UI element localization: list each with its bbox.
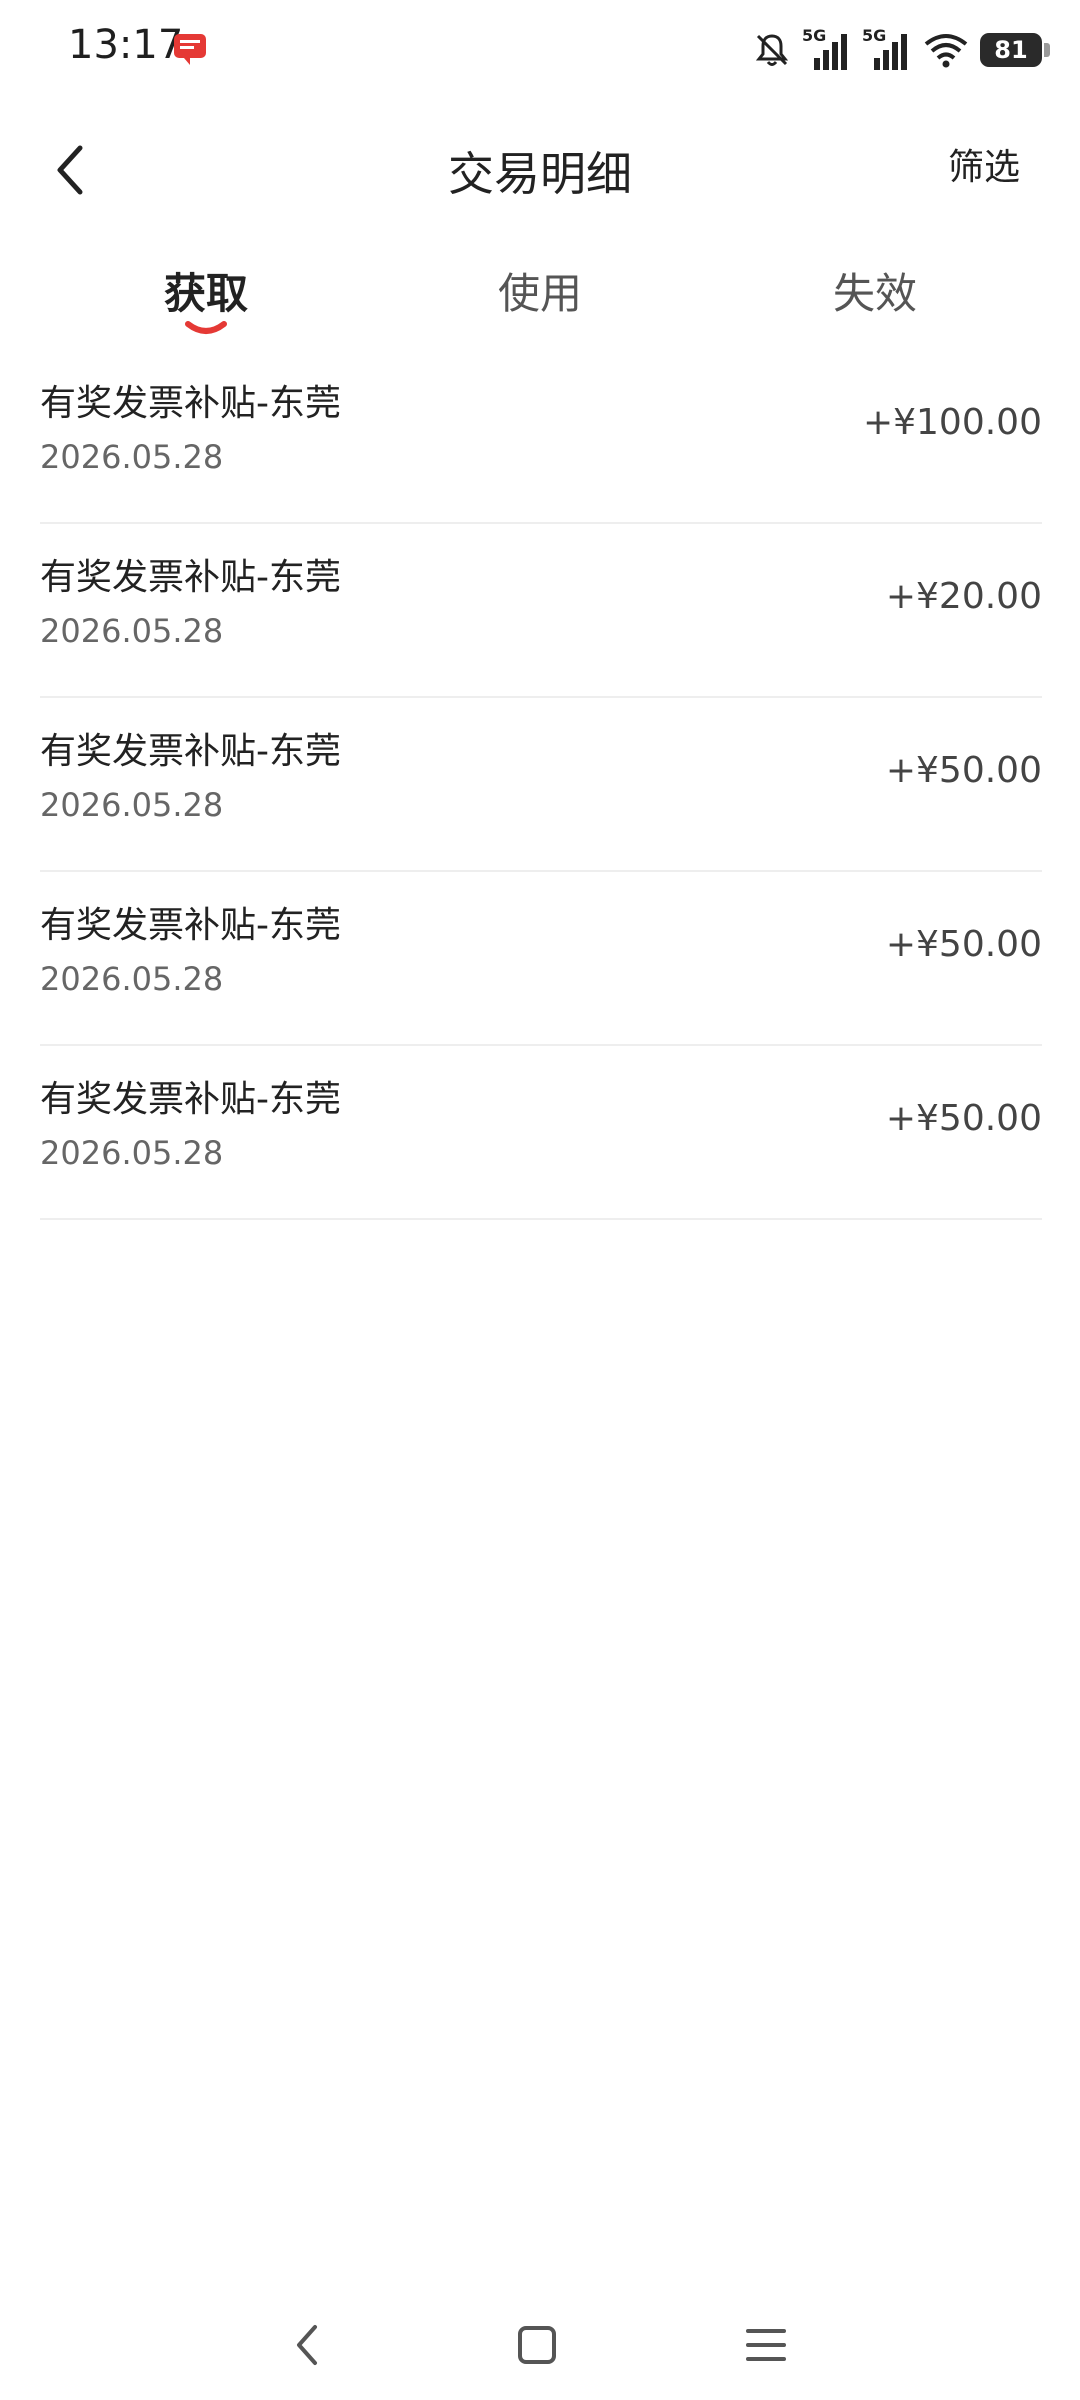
signal-icon: 5G <box>862 26 912 74</box>
nav-back-icon <box>297 2325 317 2365</box>
transaction-title: 有奖发票补贴-东莞 <box>40 383 341 424</box>
tab-bar: 获取 使用 失效 <box>0 240 1080 350</box>
transaction-amount: +¥100.00 <box>862 402 1042 443</box>
status-bar: 13:17 5G 5G 81 <box>0 0 1080 100</box>
status-icons: 5G 5G 81 <box>752 22 1050 78</box>
transaction-date: 2026.05.28 <box>40 612 224 650</box>
tab-obtain[interactable]: 获取 <box>96 260 316 321</box>
battery-icon: 81 <box>980 33 1042 67</box>
network-type-label: 5G <box>862 26 887 45</box>
transaction-row[interactable]: 有奖发票补贴-东莞 2026.05.28 +¥100.00 <box>40 350 1042 524</box>
active-tab-indicator <box>185 321 227 334</box>
transaction-title: 有奖发票补贴-东莞 <box>40 905 341 946</box>
page-title: 交易明细 <box>448 147 632 201</box>
transaction-title: 有奖发票补贴-东莞 <box>40 731 341 772</box>
transaction-amount: +¥50.00 <box>885 750 1042 791</box>
transaction-title: 有奖发票补贴-东莞 <box>40 1079 341 1120</box>
transaction-row[interactable]: 有奖发票补贴-东莞 2026.05.28 +¥50.00 <box>40 698 1042 872</box>
mute-icon <box>752 30 792 70</box>
nav-home-button[interactable] <box>502 2310 572 2380</box>
system-nav-bar <box>0 2290 1080 2390</box>
nav-back-button[interactable] <box>272 2310 342 2380</box>
transaction-date: 2026.05.28 <box>40 1134 224 1172</box>
transaction-title: 有奖发票补贴-东莞 <box>40 557 341 598</box>
battery-tip <box>1044 43 1050 57</box>
filter-button[interactable]: 筛选 <box>948 138 1020 190</box>
transaction-row[interactable]: 有奖发票补贴-东莞 2026.05.28 +¥50.00 <box>40 1046 1042 1220</box>
tab-expired[interactable]: 失效 <box>765 260 985 321</box>
signal-icon: 5G <box>802 26 852 74</box>
transaction-row[interactable]: 有奖发票补贴-东莞 2026.05.28 +¥50.00 <box>40 872 1042 1046</box>
nav-menu-button[interactable] <box>731 2310 801 2380</box>
header: 交易明细 筛选 <box>0 100 1080 240</box>
status-time: 13:17 <box>68 22 184 68</box>
nav-home-icon <box>518 2326 556 2364</box>
network-type-label: 5G <box>802 26 827 45</box>
transaction-amount: +¥20.00 <box>885 576 1042 617</box>
transaction-date: 2026.05.28 <box>40 786 224 824</box>
transaction-list: 有奖发票补贴-东莞 2026.05.28 +¥100.00 有奖发票补贴-东莞 … <box>40 350 1042 1220</box>
transaction-amount: +¥50.00 <box>885 1098 1042 1139</box>
nav-menu-icon <box>746 2329 786 2361</box>
transaction-date: 2026.05.28 <box>40 960 224 998</box>
notification-app-icon <box>172 30 208 66</box>
wifi-icon <box>922 30 970 70</box>
tab-use[interactable]: 使用 <box>430 260 650 321</box>
transaction-date: 2026.05.28 <box>40 438 224 476</box>
transaction-amount: +¥50.00 <box>885 924 1042 965</box>
transaction-row[interactable]: 有奖发票补贴-东莞 2026.05.28 +¥20.00 <box>40 524 1042 698</box>
